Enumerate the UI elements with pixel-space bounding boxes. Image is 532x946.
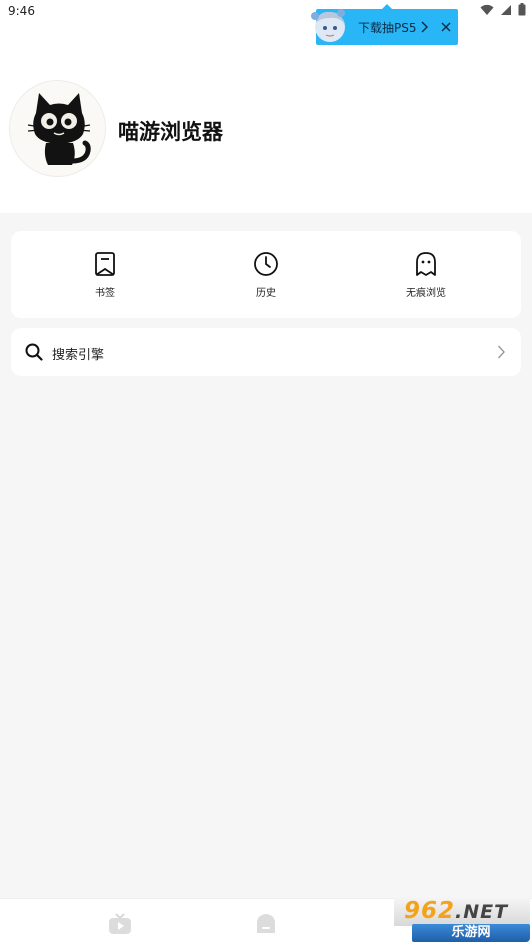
avatar[interactable] bbox=[9, 80, 106, 177]
bookmark-icon bbox=[95, 252, 115, 276]
close-icon[interactable] bbox=[440, 21, 452, 33]
clock-icon bbox=[254, 252, 278, 276]
home-icon[interactable] bbox=[255, 913, 277, 935]
app-title: 喵游浏览器 bbox=[118, 120, 223, 144]
incognito-label: 无痕浏览 bbox=[406, 288, 446, 299]
history-label: 历史 bbox=[256, 288, 276, 299]
promo-banner[interactable]: 下载抽PS5 bbox=[311, 4, 458, 45]
profile-header: 9:46 下载抽PS5 喵游浏览器 bbox=[0, 0, 532, 213]
search-engine-label: 搜索引擎 bbox=[52, 348, 105, 363]
incognito-button[interactable]: 无痕浏览 bbox=[381, 251, 471, 299]
search-icon bbox=[25, 343, 43, 361]
battery-icon bbox=[518, 3, 526, 16]
quick-actions-card: 书签 历史 无痕浏览 bbox=[11, 231, 521, 318]
history-button[interactable]: 历史 bbox=[221, 251, 311, 299]
wifi-icon bbox=[480, 4, 494, 15]
site-watermark: 962.NET 乐游网 bbox=[394, 896, 530, 942]
status-time: 9:46 bbox=[8, 4, 35, 18]
cat-logo-icon bbox=[27, 93, 91, 165]
watermark-logo-suffix: .NET bbox=[455, 901, 509, 923]
status-icons bbox=[480, 3, 526, 16]
watermark-logo: 962.NET bbox=[404, 898, 508, 924]
signal-icon bbox=[501, 4, 511, 15]
search-engine-row[interactable]: 搜索引擎 bbox=[11, 328, 521, 376]
ghost-icon bbox=[416, 252, 436, 276]
bookmarks-button[interactable]: 书签 bbox=[60, 251, 150, 299]
promo-character-icon bbox=[311, 9, 345, 42]
watermark-caption: 乐游网 bbox=[412, 924, 530, 942]
watermark-logo-number: 962 bbox=[404, 898, 456, 924]
watermark-top: 962.NET bbox=[394, 896, 530, 926]
chevron-right-icon bbox=[497, 345, 505, 359]
chevron-right-icon bbox=[421, 21, 428, 33]
promo-text: 下载抽PS5 bbox=[358, 21, 417, 35]
video-icon[interactable] bbox=[108, 913, 132, 935]
bookmarks-label: 书签 bbox=[95, 288, 115, 299]
